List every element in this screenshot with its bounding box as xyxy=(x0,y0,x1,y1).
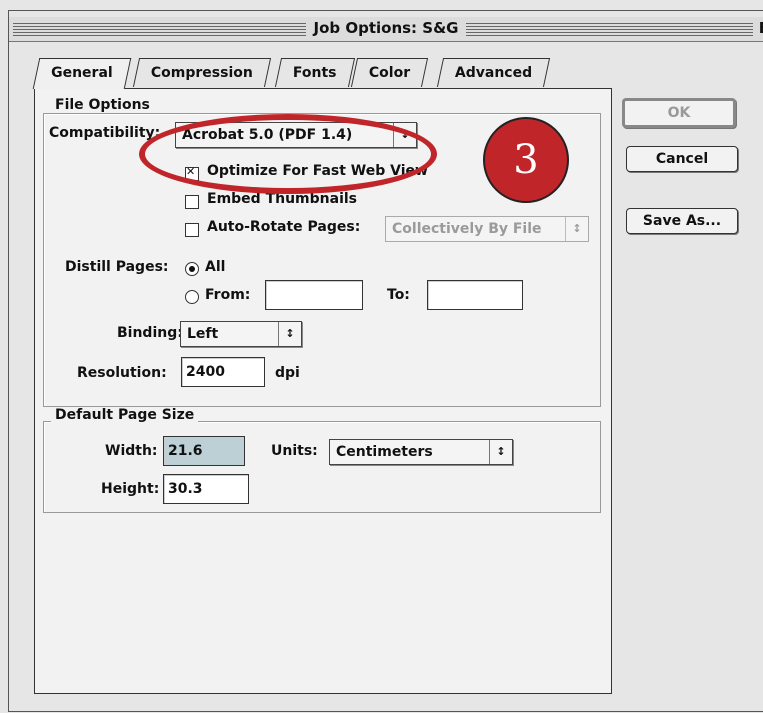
height-field[interactable]: 30.3 xyxy=(163,474,249,504)
step-number-badge: 3 xyxy=(483,117,569,203)
autorotate-checkbox[interactable] xyxy=(185,223,199,237)
popup-arrows-icon: ↕ xyxy=(489,440,512,464)
from-field[interactable] xyxy=(265,280,363,310)
resolution-field[interactable]: 2400 xyxy=(181,357,265,387)
cancel-button[interactable]: Cancel xyxy=(626,146,738,172)
thumbnails-checkbox[interactable] xyxy=(185,195,199,209)
compatibility-label: Compatibility: xyxy=(49,125,161,141)
zoom-box-icon[interactable]: E xyxy=(754,19,763,37)
from-label: From: xyxy=(205,287,251,303)
distill-pages-label: Distill Pages: xyxy=(65,259,169,275)
tab-fonts[interactable]: Fonts xyxy=(274,58,355,87)
file-options-title: File Options xyxy=(51,97,154,113)
units-value: Centimeters xyxy=(336,444,433,460)
ok-button[interactable]: OK xyxy=(622,98,736,128)
units-popup[interactable]: Centimeters ↕ xyxy=(329,439,513,465)
window-title: Job Options: S&G xyxy=(305,19,467,37)
window-title-wrap: Job Options: S&G xyxy=(9,19,763,37)
save-as-button[interactable]: Save As... xyxy=(626,208,738,234)
highlight-oval xyxy=(139,114,437,194)
page-size-group xyxy=(43,421,601,513)
height-label: Height: xyxy=(101,481,160,497)
page-size-title: Default Page Size xyxy=(51,407,199,423)
binding-label: Binding: xyxy=(117,325,183,341)
resolution-label: Resolution: xyxy=(77,365,167,381)
from-radio[interactable] xyxy=(185,290,199,304)
units-label: Units: xyxy=(271,443,318,459)
dialog-window: Job Options: S&G E General Compression F… xyxy=(0,0,763,713)
binding-popup[interactable]: Left ↕ xyxy=(180,321,302,347)
autorotate-value: Collectively By File xyxy=(392,221,542,237)
tab-color[interactable]: Color xyxy=(350,58,429,87)
resolution-unit: dpi xyxy=(275,365,300,381)
autorotate-label: Auto-Rotate Pages: xyxy=(207,219,361,235)
binding-value: Left xyxy=(187,326,219,342)
to-label: To: xyxy=(387,287,410,303)
autorotate-popup[interactable]: Collectively By File ↕ xyxy=(385,216,589,242)
width-field[interactable]: 21.6 xyxy=(163,436,245,466)
to-field[interactable] xyxy=(427,280,523,310)
tab-compression[interactable]: Compression xyxy=(132,58,272,87)
title-bar[interactable]: Job Options: S&G E xyxy=(9,17,763,42)
all-label: All xyxy=(205,259,226,275)
tab-advanced[interactable]: Advanced xyxy=(436,58,551,87)
tab-general[interactable]: General xyxy=(32,58,131,89)
popup-arrows-icon: ↕ xyxy=(565,217,588,241)
all-radio[interactable] xyxy=(185,262,199,276)
popup-arrows-icon: ↕ xyxy=(278,322,301,346)
width-label: Width: xyxy=(105,443,158,459)
